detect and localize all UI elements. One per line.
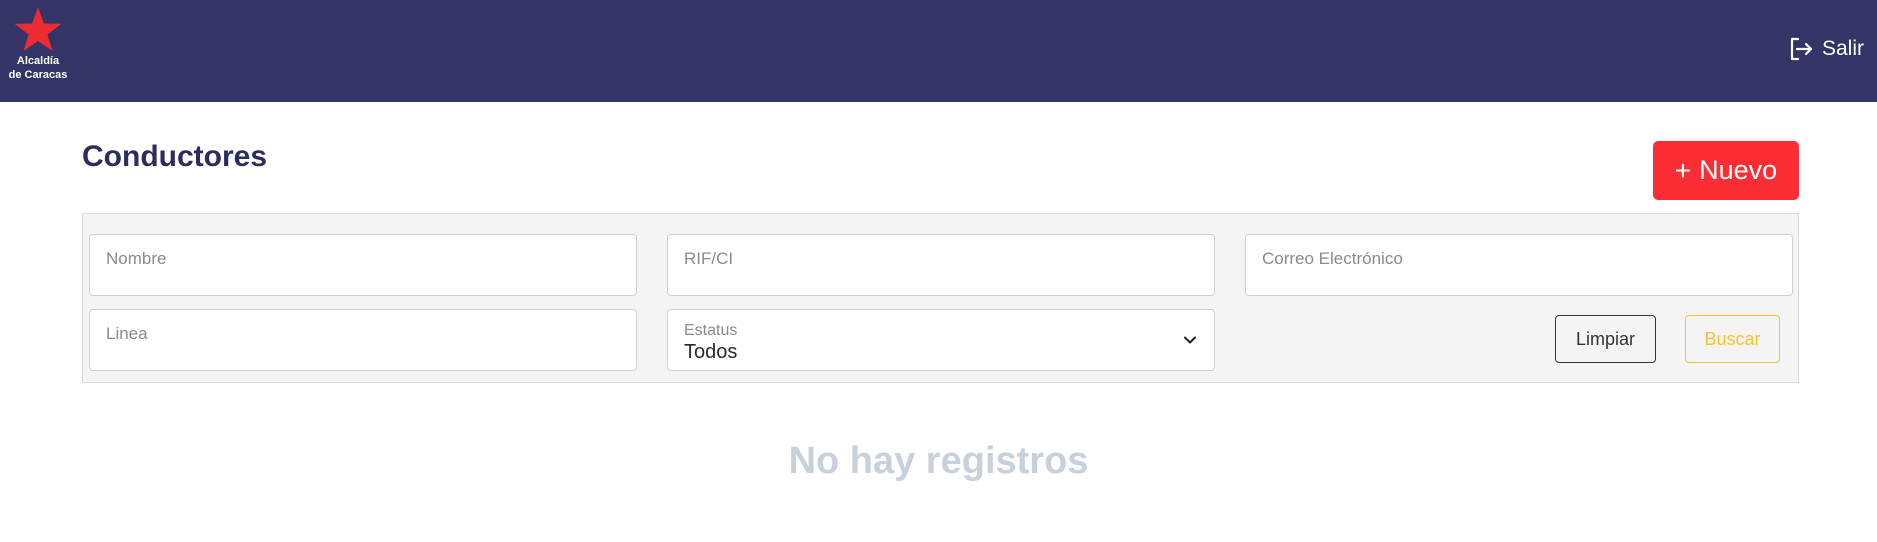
plus-icon: + [1674,154,1692,186]
line-placeholder: Linea [106,324,148,343]
name-placeholder: Nombre [106,249,167,268]
empty-state-message: No hay registros [788,440,1089,482]
search-button[interactable]: Buscar [1685,315,1780,363]
status-label: Estatus [684,322,738,339]
logo-line-1: Alcaldía [16,55,60,67]
logout-button[interactable]: Salir [1788,34,1864,64]
chevron-down-icon [1184,336,1196,344]
filter-panel: Nombre RIF/CI Correo Electrónico Linea E… [82,213,1799,383]
clear-button-label: Limpiar [1575,328,1636,349]
email-placeholder: Correo Electrónico [1262,249,1403,268]
status-select[interactable]: Estatus Todos [667,309,1215,371]
new-button-label: Nuevo [1699,155,1778,185]
rif-placeholder: RIF/CI [684,249,734,268]
logout-label: Salir [1821,37,1864,60]
top-navbar: Alcaldía de Caracas Salir [0,0,1877,102]
status-value: Todos [684,341,738,363]
search-button-label: Buscar [1704,328,1761,349]
name-field[interactable]: Nombre [89,234,637,296]
new-button[interactable]: + Nuevo [1653,141,1799,200]
logo-line-2: de Caracas [8,69,68,81]
logo-text: Alcaldía de Caracas [9,54,68,82]
clear-button[interactable]: Limpiar [1555,315,1656,363]
rif-field[interactable]: RIF/CI [667,234,1215,296]
page-title: Conductores [82,140,268,173]
email-field[interactable]: Correo Electrónico [1245,234,1793,296]
line-field[interactable]: Linea [89,309,637,371]
star-icon [14,7,62,51]
logout-icon [1790,37,1813,61]
logo[interactable]: Alcaldía de Caracas [0,6,76,92]
